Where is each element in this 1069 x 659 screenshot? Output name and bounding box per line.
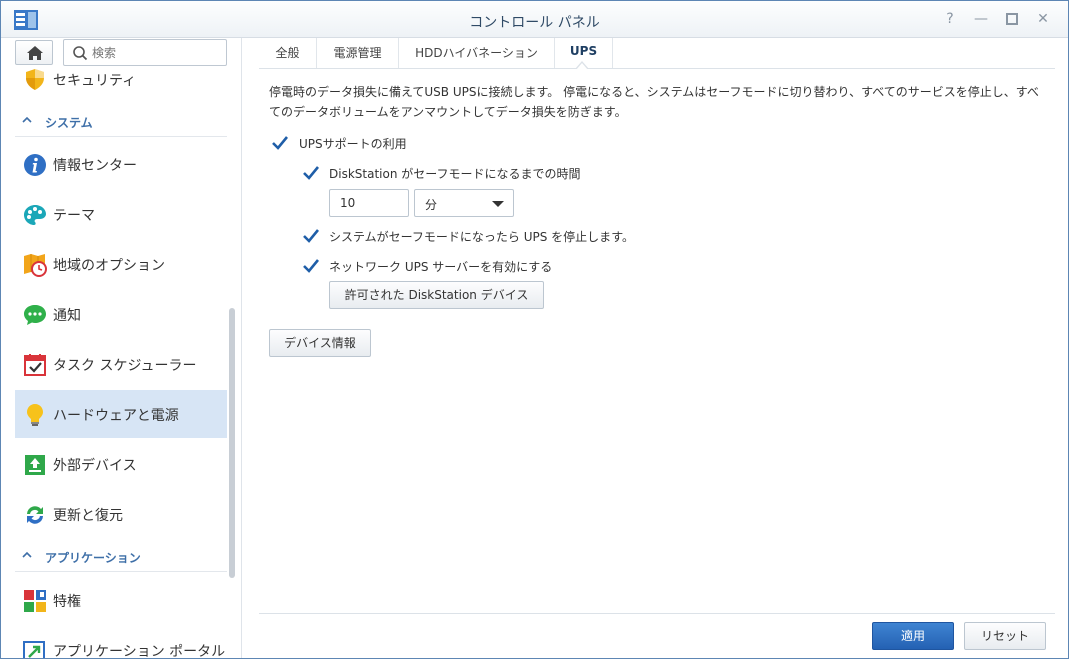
tab-power-management[interactable]: 電源管理 [317,38,399,68]
sidebar-item-notification[interactable]: 通知 [15,290,227,338]
section-label: システム [45,116,93,130]
main-panel: 全般 電源管理 HDDハイバネーション UPS 停電時のデータ損失に備えてUSB… [243,38,1068,658]
info-icon [24,154,46,176]
tab-hdd-hibernation[interactable]: HDDハイバネーション [399,38,555,68]
device-info-button[interactable]: デバイス情報 [269,329,371,357]
safe-mode-time-checkbox[interactable] [302,164,320,182]
sidebar-item-hardware-power[interactable]: ハードウェアと電源 [15,390,227,438]
help-icon[interactable]: ? [941,10,959,28]
sidebar-item-label: 更新と復元 [53,508,123,524]
calendar-check-icon [24,354,46,376]
title-bar: コントロール パネル ? — ✕ [1,1,1068,38]
permitted-devices-button[interactable]: 許可された DiskStation デバイス [329,281,544,309]
sidebar-item-label: タスク スケジューラー [53,358,197,374]
sidebar-item-label: 情報センター [53,158,137,174]
sidebar-item-label: ハードウェアと電源 [53,408,179,424]
sidebar-item-label: 外部デバイス [53,458,137,474]
portal-arrow-icon [23,641,45,658]
sidebar-item-label: セキュリティ [53,73,137,89]
sidebar-item-external-devices[interactable]: 外部デバイス [15,440,227,488]
footer-divider [259,613,1055,614]
window-title: コントロール パネル [469,15,600,31]
sidebar-item-task-scheduler[interactable]: タスク スケジューラー [15,340,227,388]
section-label: アプリケーション [45,551,141,565]
time-unit-select[interactable]: 分 [414,189,514,217]
chevron-up-icon [22,551,32,558]
tab-indicator-inner [576,63,588,70]
shield-icon [26,69,44,90]
maximize-icon[interactable] [1003,10,1021,28]
sidebar-item-label: 通知 [53,308,81,324]
sidebar-item-privileges[interactable]: 特権 [15,576,227,624]
section-system[interactable]: システム [15,109,227,137]
reset-button[interactable]: リセット [964,622,1046,650]
safe-mode-minutes-input[interactable] [329,189,409,217]
upload-device-icon [25,455,45,475]
refresh-icon [27,506,43,524]
chat-bubble-icon [24,305,46,325]
chevron-down-icon [492,201,504,207]
sidebar-item-regional-options[interactable]: 地域のオプション [15,240,227,288]
sidebar-item-security[interactable]: セキュリティ [15,58,227,100]
map-clock-icon [24,254,47,277]
chevron-up-icon [22,116,32,123]
shutdown-ups-label: システムがセーフモードになったら UPS を停止します。 [329,230,634,244]
sidebar-item-label: 特権 [53,594,81,610]
ups-enable-label: UPSサポートの利用 [299,137,407,151]
sidebar-item-application-portal[interactable]: アプリケーション ポータル [15,626,227,659]
network-ups-checkbox[interactable] [302,257,320,275]
sidebar-item-update-restore[interactable]: 更新と復元 [15,490,227,538]
ups-description: 停電時のデータ損失に備えてUSB UPSに接続します。 停電になると、システムは… [269,85,1039,119]
minimize-icon[interactable]: — [972,10,990,28]
sidebar-item-theme[interactable]: テーマ [15,190,227,238]
sidebar: セキュリティ システム 情報センター テーマ [1,38,242,659]
sidebar-item-label: テーマ [53,208,95,224]
privileges-grid-icon [24,590,46,612]
section-applications[interactable]: アプリケーション [15,544,227,572]
tab-general[interactable]: 全般 [259,38,317,68]
time-unit-value: 分 [425,198,438,212]
palette-icon [24,205,46,225]
sidebar-item-label: 地域のオプション [53,258,165,274]
sidebar-item-info-center[interactable]: 情報センター [15,140,227,188]
ups-enable-checkbox[interactable] [271,134,289,152]
control-panel-window: コントロール パネル ? — ✕ セキュリティ [0,0,1069,659]
apply-button[interactable]: 適用 [872,622,954,650]
safe-mode-time-label: DiskStation がセーフモードになるまでの時間 [329,167,581,181]
shutdown-ups-checkbox[interactable] [302,227,320,245]
tab-bar: 全般 電源管理 HDDハイバネーション UPS [259,38,1055,69]
sidebar-scrollbar[interactable] [229,308,235,578]
lightbulb-icon [27,404,43,426]
close-icon[interactable]: ✕ [1034,10,1052,28]
sidebar-item-label: アプリケーション ポータル [53,644,226,659]
network-ups-label: ネットワーク UPS サーバーを有効にする [329,260,553,274]
